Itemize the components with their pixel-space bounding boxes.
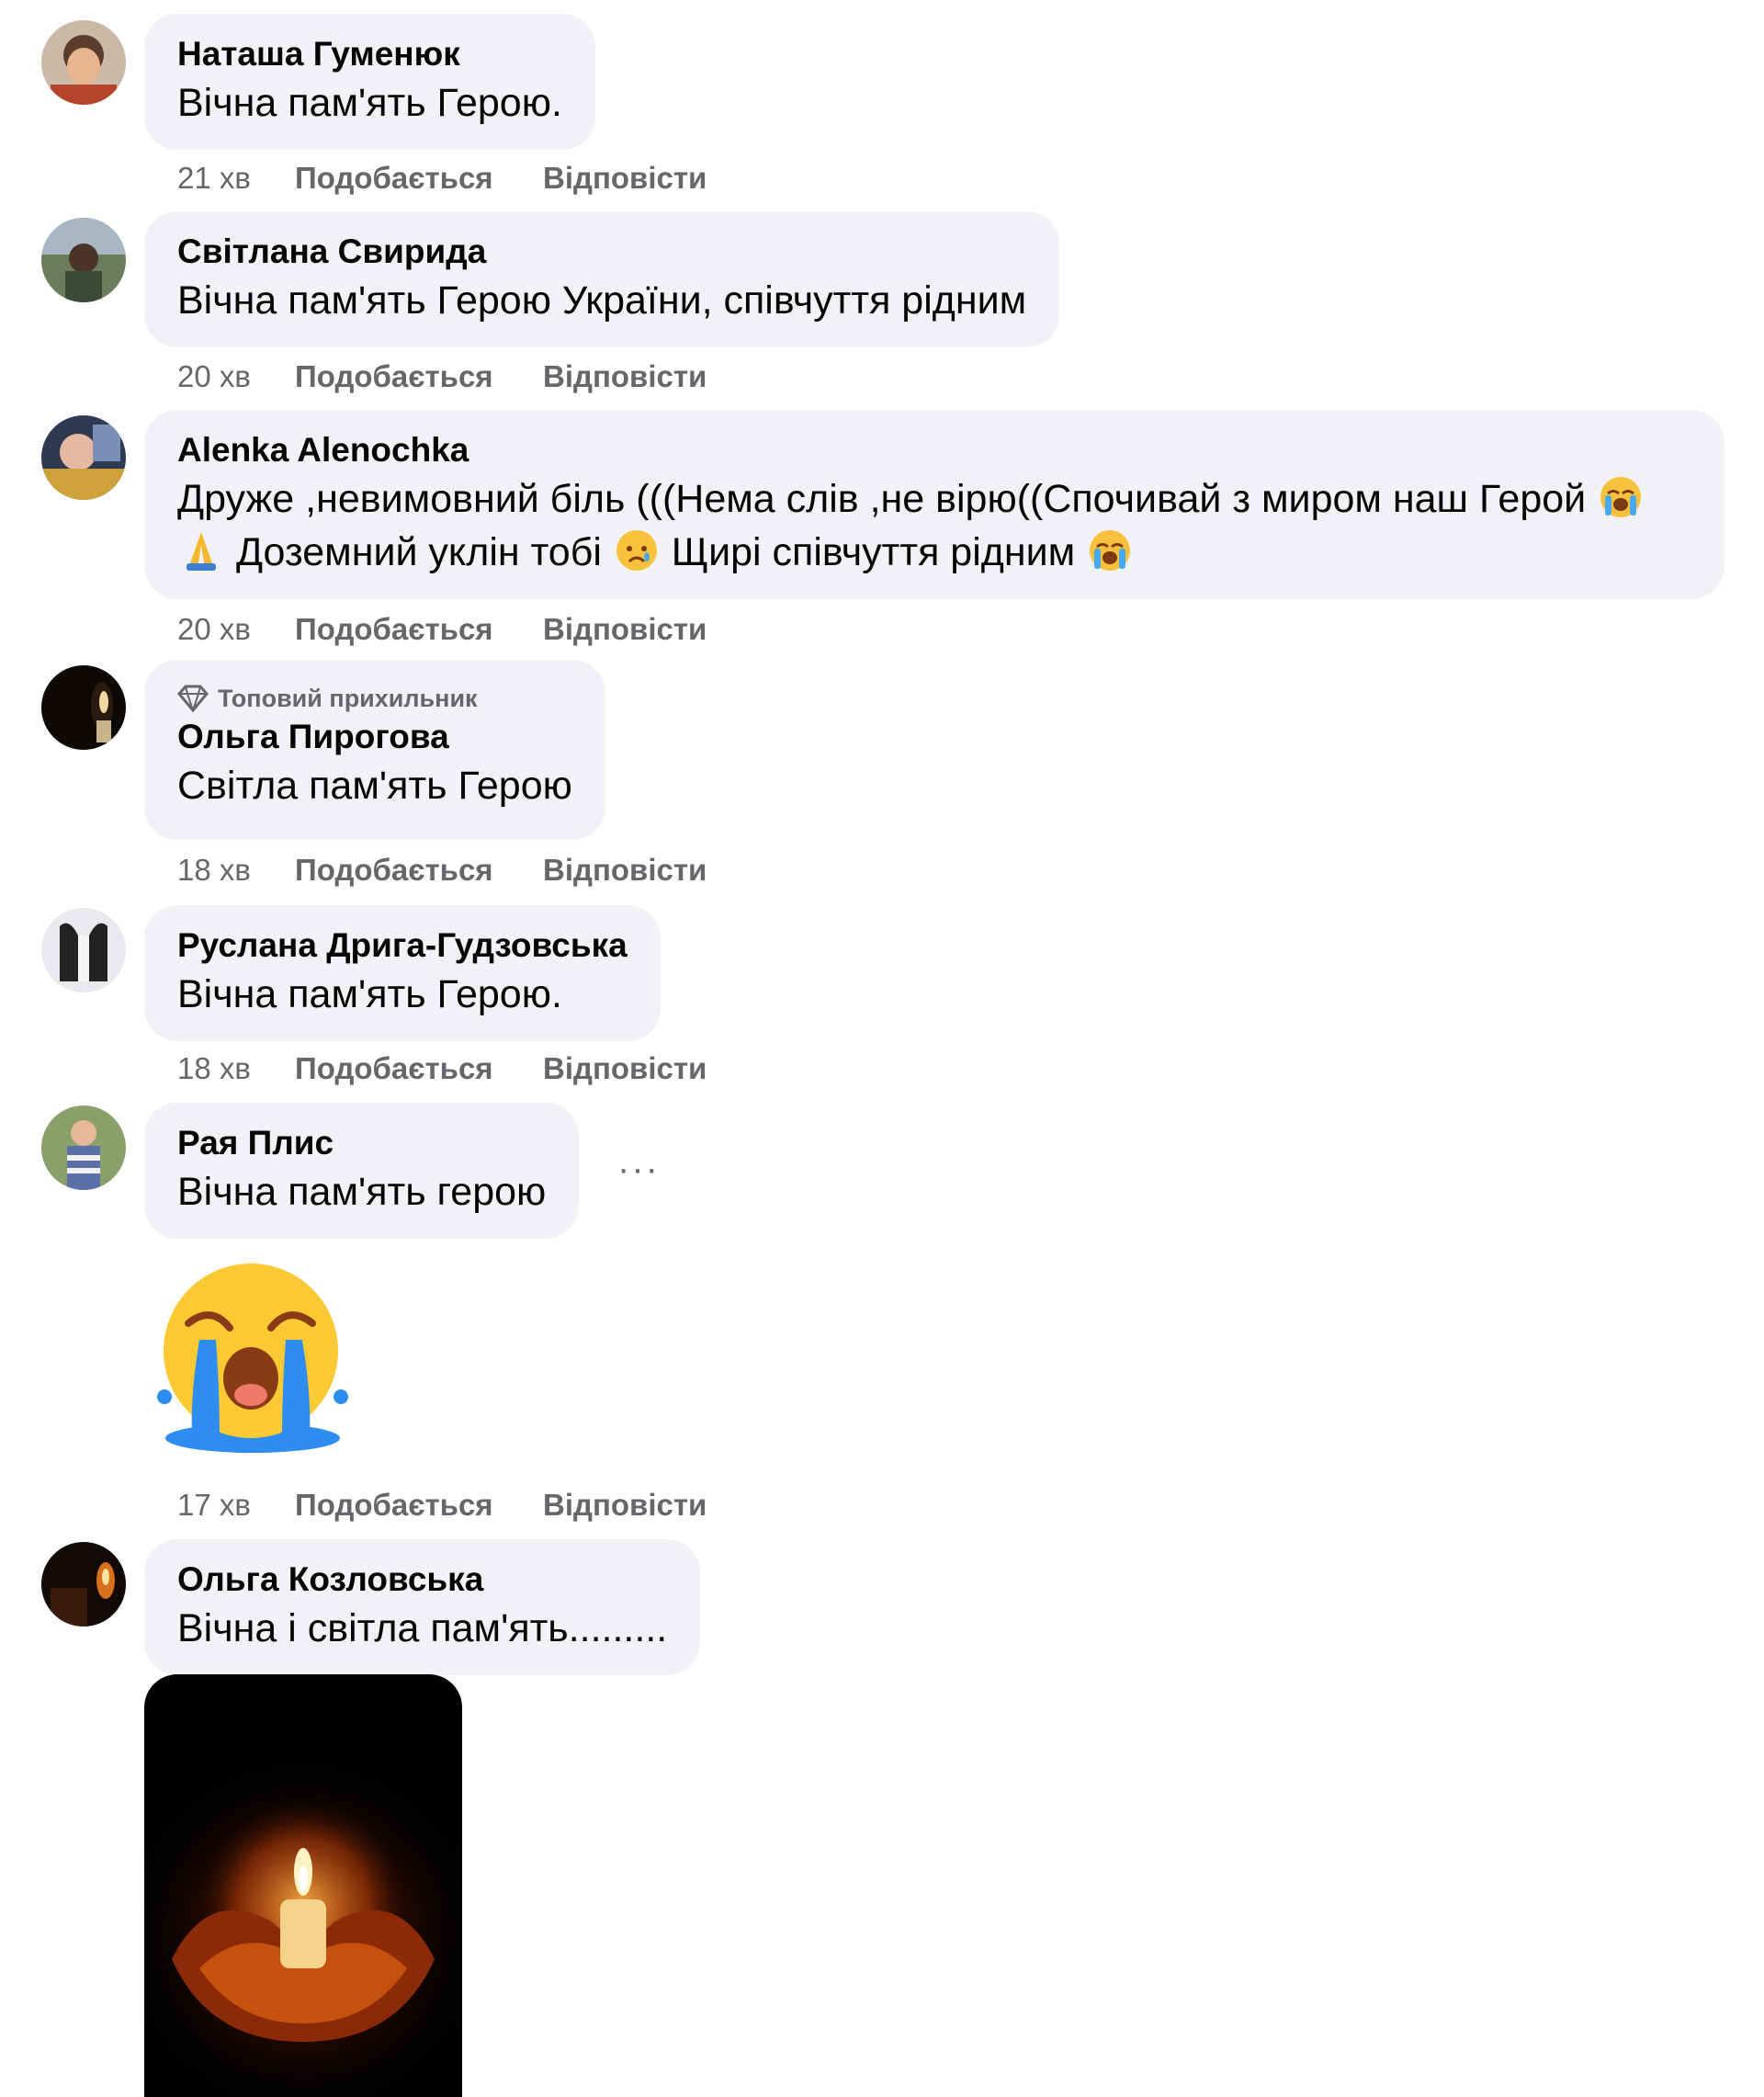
- diamond-icon: [177, 685, 209, 712]
- comment-text: Світла пам'ять Герою: [177, 764, 572, 808]
- comment-actions: 20 хв Подобається Відповісти: [177, 358, 707, 395]
- comment-time[interactable]: 21 хв: [177, 160, 295, 197]
- top-fan-badge: Топовий прихильник: [177, 682, 572, 715]
- comment-bubble: Ольга Козловська Вічна і світла пам'ять.…: [144, 1539, 701, 1675]
- reply-button[interactable]: Відповісти: [543, 852, 707, 889]
- candle-in-hands-image: [172, 1794, 435, 2042]
- comment-time[interactable]: 18 хв: [177, 1050, 295, 1087]
- reply-button[interactable]: Відповісти: [543, 611, 707, 648]
- comment-text: Вічна і світла пам'ять.........: [177, 1606, 668, 1650]
- comment-text-part: Друже ,невимовний біль (((Нема слів ,не …: [177, 477, 1587, 521]
- comment-actions: 20 хв Подобається Відповісти: [177, 611, 707, 648]
- reply-button[interactable]: Відповісти: [543, 160, 707, 197]
- comment-author[interactable]: Alenka Alenochka: [177, 428, 1691, 472]
- comment-text-part: Щирі співчуття рідним: [671, 530, 1076, 574]
- more-options-button[interactable]: ···: [617, 1149, 660, 1190]
- comment-text: Друже ,невимовний біль (((Нема слів ,не …: [177, 472, 1691, 579]
- comment-bubble: Світлана Свирида Вічна пам'ять Герою Укр…: [144, 211, 1060, 347]
- comment-bubble: Наташа Гуменюк Вічна пам'ять Герою.: [144, 14, 595, 150]
- comment-author[interactable]: Наташа Гуменюк: [177, 32, 562, 76]
- avatar[interactable]: [41, 218, 126, 302]
- avatar[interactable]: [41, 665, 126, 750]
- folded-hands-emoji: [187, 532, 216, 571]
- like-button[interactable]: Подобається: [295, 1050, 543, 1087]
- comment-text: Вічна пам'ять герою: [177, 1170, 547, 1214]
- comment-author[interactable]: Ольга Пирогова: [177, 715, 572, 759]
- comment-time[interactable]: 20 хв: [177, 611, 295, 648]
- comment-bubble: Топовий прихильник Ольга Пирогова Світла…: [144, 660, 605, 840]
- avatar[interactable]: [41, 1542, 126, 1627]
- loudly-crying-face-emoji: [1600, 477, 1642, 517]
- avatar[interactable]: [41, 415, 126, 500]
- avatar[interactable]: [41, 20, 126, 105]
- comment-text: Вічна пам'ять Герою.: [177, 81, 562, 125]
- badge-label: Топовий прихильник: [218, 685, 478, 712]
- comment-author[interactable]: Світлана Свирида: [177, 230, 1026, 274]
- comment-text-part: Доземний уклін тобі: [235, 530, 602, 574]
- like-button[interactable]: Подобається: [295, 852, 543, 889]
- reply-button[interactable]: Відповісти: [543, 1487, 707, 1524]
- comment-text: Вічна пам'ять Герою України, співчуття р…: [177, 278, 1027, 323]
- comment-bubble: Alenka Alenochka Друже ,невимовний біль …: [144, 410, 1724, 599]
- comment-actions: 18 хв Подобається Відповісти: [177, 852, 707, 889]
- comment-bubble: Руслана Дрига-Гудзовська Вічна пам'ять Г…: [144, 905, 661, 1041]
- reply-button[interactable]: Відповісти: [543, 1050, 707, 1087]
- like-button[interactable]: Подобається: [295, 160, 543, 197]
- comment-bubble: Рая Плис Вічна пам'ять герою: [144, 1103, 580, 1239]
- like-button[interactable]: Подобається: [295, 611, 543, 648]
- comment-actions: 18 хв Подобається Відповісти: [177, 1050, 707, 1087]
- loudly-crying-face-emoji: [1090, 530, 1131, 571]
- comment-actions: 21 хв Подобається Відповісти: [177, 160, 707, 197]
- comment-author[interactable]: Ольга Козловська: [177, 1558, 667, 1602]
- comment-actions: 17 хв Подобається Відповісти: [177, 1487, 707, 1524]
- avatar[interactable]: [41, 1105, 126, 1190]
- crying-face-emoji: [616, 530, 657, 571]
- comment-author[interactable]: Рая Плис: [177, 1121, 546, 1165]
- comment-author[interactable]: Руслана Дрига-Гудзовська: [177, 924, 628, 968]
- like-button[interactable]: Подобається: [295, 358, 543, 395]
- comment-time[interactable]: 17 хв: [177, 1487, 295, 1524]
- avatar[interactable]: [41, 908, 126, 992]
- like-button[interactable]: Подобається: [295, 1487, 543, 1524]
- loudly-crying-face-sticker: [157, 1264, 348, 1453]
- attached-photo[interactable]: [144, 1674, 462, 2097]
- comment-time[interactable]: 18 хв: [177, 852, 295, 889]
- comment-time[interactable]: 20 хв: [177, 358, 295, 395]
- reply-button[interactable]: Відповісти: [543, 358, 707, 395]
- comment-text: Вічна пам'ять Герою.: [177, 972, 562, 1016]
